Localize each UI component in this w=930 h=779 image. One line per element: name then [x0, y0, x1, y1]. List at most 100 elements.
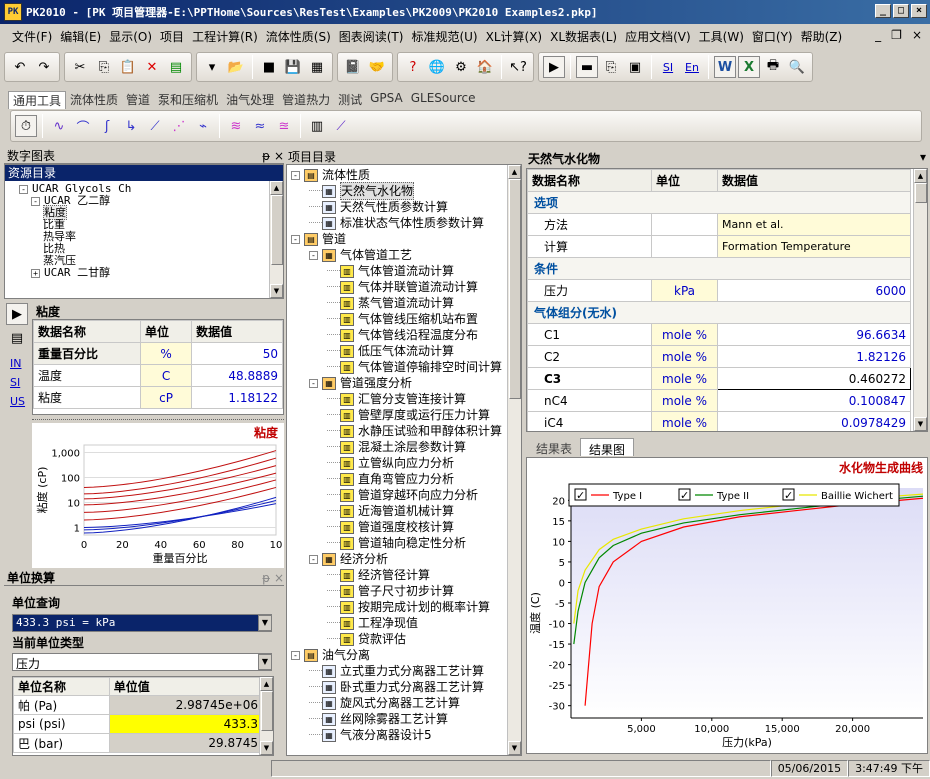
- project-item[interactable]: ▦ 气液分离器设计5: [287, 727, 521, 743]
- project-item[interactable]: ▥ 气体并联管道流动计算: [287, 279, 521, 295]
- row-unit[interactable]: cP: [139, 386, 193, 409]
- row-value[interactable]: Formation Temperature: [717, 235, 911, 258]
- mdi-close-icon[interactable]: ×: [912, 28, 922, 42]
- units-in-button[interactable]: IN: [10, 357, 24, 370]
- si-units-icon[interactable]: SI: [657, 56, 679, 78]
- project-item[interactable]: ▥ 近海管道机械计算: [287, 503, 521, 519]
- project-item[interactable]: ▦ 天然气性质参数计算: [287, 199, 521, 215]
- unit-query-input[interactable]: 433.3 psi = kPa: [12, 614, 272, 632]
- project-item[interactable]: ▥ 气体管线沿程温度分布: [287, 327, 521, 343]
- tab-fluid[interactable]: 流体性质: [66, 91, 122, 109]
- row-value[interactable]: 1.18122: [191, 386, 283, 409]
- wave-1-icon[interactable]: ≋: [225, 115, 247, 137]
- row-unit[interactable]: %: [139, 342, 193, 365]
- project-item[interactable]: ▥ 经济管径计算: [287, 567, 521, 583]
- undo-icon[interactable]: ↶: [9, 56, 31, 78]
- resource-scrollbar[interactable]: ▲ ▼: [269, 181, 283, 298]
- tab-result-chart[interactable]: 结果图: [580, 438, 635, 457]
- row-value[interactable]: 0.460272: [717, 367, 911, 390]
- collapse-icon[interactable]: -: [309, 250, 318, 260]
- menu-view[interactable]: 显示(O): [105, 28, 156, 45]
- project-item[interactable]: ▥ 气体管线压缩机站布置: [287, 311, 521, 327]
- mdi-minimize-icon[interactable]: _: [875, 28, 881, 42]
- menu-standards[interactable]: 标准规范(U): [407, 28, 481, 45]
- project-item[interactable]: ▥ 蒸气管道流动计算: [287, 295, 521, 311]
- menu-window[interactable]: 窗口(Y): [748, 28, 797, 45]
- project-item[interactable]: - ▤ 油气分离: [287, 647, 521, 663]
- open-folder-icon[interactable]: 📂: [225, 56, 247, 78]
- project-item[interactable]: ▥ 气体管道停输排空时间计算: [287, 359, 521, 375]
- settings-icon[interactable]: ⚙: [450, 56, 472, 78]
- collapse-icon[interactable]: -: [309, 378, 318, 388]
- cut-icon[interactable]: ✂: [69, 56, 91, 78]
- minus-icon[interactable]: ▬: [576, 56, 598, 78]
- table-side-icon[interactable]: ▤: [6, 327, 28, 349]
- row-unit[interactable]: [651, 213, 718, 236]
- run-side-icon[interactable]: ▶: [6, 303, 28, 325]
- project-scrollbar[interactable]: ▲ ▼: [507, 165, 521, 755]
- tab-test[interactable]: 测试: [334, 91, 366, 109]
- project-item[interactable]: ▦ 立式重力式分离器工艺计算: [287, 663, 521, 679]
- project-item[interactable]: - ▤ 流体性质: [287, 167, 521, 183]
- project-item[interactable]: - ▦ 气体管道工艺: [287, 247, 521, 263]
- row-value[interactable]: Mann et al.: [717, 213, 911, 236]
- redo-icon[interactable]: ↷: [33, 56, 55, 78]
- project-item[interactable]: ▥ 水静压试验和甲醇体积计算: [287, 423, 521, 439]
- project-item[interactable]: - ▤ 管道: [287, 231, 521, 247]
- section-row[interactable]: 气体组分(无水): [527, 301, 911, 324]
- project-item[interactable]: ▦ 天然气水化物: [287, 182, 521, 200]
- tab-gpsa[interactable]: GPSA: [366, 91, 407, 109]
- project-item[interactable]: - ▦ 经济分析: [287, 551, 521, 567]
- copy-icon[interactable]: ⎘: [93, 56, 115, 78]
- collapse-icon[interactable]: -: [309, 554, 318, 564]
- query-dropdown-icon[interactable]: ▼: [258, 615, 272, 631]
- web-icon[interactable]: 🌐: [426, 56, 448, 78]
- menu-tools[interactable]: 工具(W): [695, 28, 748, 45]
- collapse-icon[interactable]: -: [31, 197, 40, 206]
- menu-xl-table[interactable]: XL数据表(L): [546, 28, 621, 45]
- tab-pumps[interactable]: 泵和压缩机: [154, 91, 222, 109]
- menu-file[interactable]: 文件(F): [8, 28, 56, 45]
- project-item[interactable]: ▥ 立管纵向应力分析: [287, 455, 521, 471]
- table-row[interactable]: 温度 C 48.8889: [33, 364, 283, 387]
- section-row[interactable]: 条件: [527, 257, 911, 280]
- project-item[interactable]: ▥ 管道穿越环向应力分析: [287, 487, 521, 503]
- units-us-button[interactable]: US: [10, 395, 25, 408]
- menu-engineering[interactable]: 工程计算(R): [188, 28, 262, 45]
- row-value[interactable]: 48.8889: [191, 364, 283, 387]
- copy-doc-icon[interactable]: ⎘: [600, 56, 622, 78]
- curve-2-icon[interactable]: ⌒: [72, 115, 94, 137]
- close-button[interactable]: ×: [911, 4, 927, 18]
- preview-icon[interactable]: 🔍: [786, 56, 808, 78]
- project-item[interactable]: ▥ 管壁厚度或运行压力计算: [287, 407, 521, 423]
- table-row[interactable]: iC4 mole % 0.0978429: [527, 411, 911, 431]
- project-item[interactable]: ▥ 气体管道流动计算: [287, 263, 521, 279]
- splitter[interactable]: [32, 419, 284, 421]
- word-icon[interactable]: W: [714, 56, 736, 78]
- table-row[interactable]: 巴 (bar) 29.8745: [13, 733, 264, 753]
- menu-docs[interactable]: 应用文档(V): [621, 28, 695, 45]
- collapse-icon[interactable]: -: [291, 170, 300, 180]
- menu-fluid[interactable]: 流体性质(S): [262, 28, 335, 45]
- paste-icon[interactable]: 📋: [117, 56, 139, 78]
- delete-icon[interactable]: ✕: [141, 56, 163, 78]
- curve-5-icon[interactable]: ⟋: [144, 115, 166, 137]
- project-item[interactable]: ▥ 管道轴向稳定性分析: [287, 535, 521, 551]
- run-icon[interactable]: ▶: [543, 56, 565, 78]
- curve-8-icon[interactable]: ⟋: [330, 115, 352, 137]
- collapse-icon[interactable]: -: [291, 234, 300, 244]
- tab-oil-gas[interactable]: 油气处理: [222, 91, 278, 109]
- stopwatch-icon[interactable]: ⏱: [15, 115, 37, 137]
- wave-2-icon[interactable]: ≈: [249, 115, 271, 137]
- project-item[interactable]: ▥ 直角弯管应力分析: [287, 471, 521, 487]
- project-item[interactable]: ▥ 按期完成计划的概率计算: [287, 599, 521, 615]
- excel-icon[interactable]: X: [738, 56, 760, 78]
- project-item[interactable]: ▥ 管子尺寸初步计算: [287, 583, 521, 599]
- unit-value-input[interactable]: 433.3: [108, 714, 264, 734]
- curve-1-icon[interactable]: ∿: [48, 115, 70, 137]
- project-item[interactable]: ▥ 管道强度校核计算: [287, 519, 521, 535]
- project-item[interactable]: ▦ 卧式重力式分离器工艺计算: [287, 679, 521, 695]
- new-document-icon[interactable]: ▤: [165, 56, 187, 78]
- tab-result-table[interactable]: 结果表: [528, 438, 580, 456]
- home-icon[interactable]: 🏠: [474, 56, 496, 78]
